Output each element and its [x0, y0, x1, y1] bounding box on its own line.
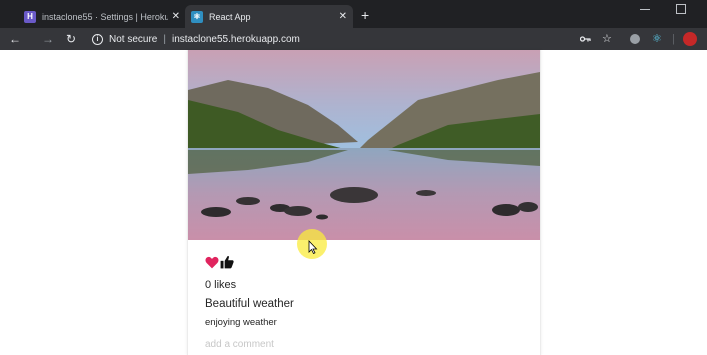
back-icon[interactable]: ← [9, 28, 21, 50]
post-caption: enjoying weather [205, 317, 277, 328]
tab-title: instaclone55 · Settings | Heroku [42, 11, 168, 22]
minimize-icon[interactable] [640, 9, 650, 10]
close-icon[interactable]: ✕ [172, 11, 180, 22]
forward-icon[interactable]: → [42, 28, 54, 50]
heart-icon[interactable] [205, 256, 219, 269]
address-separator: | [163, 33, 166, 45]
extension-icon[interactable] [630, 34, 640, 44]
profile-avatar-icon[interactable] [683, 32, 697, 46]
security-label: Not secure [109, 33, 158, 45]
reload-icon[interactable]: ↻ [66, 28, 76, 50]
tab-react-app[interactable]: ⚛ React App ✕ [185, 5, 353, 28]
likes-count: 0 likes [205, 279, 237, 291]
tab-title: React App [209, 11, 251, 22]
comment-input[interactable] [205, 337, 525, 351]
post-title: Beautiful weather [205, 298, 294, 310]
browser-toolbar: ← → ↻ i Not secure | instaclone55.heroku… [0, 28, 707, 50]
maximize-icon[interactable] [676, 4, 686, 14]
post-actions [205, 255, 234, 269]
url-text[interactable]: instaclone55.herokuapp.com [172, 34, 300, 45]
react-devtools-icon[interactable]: ⚛ [652, 28, 662, 50]
toolbar-divider: | [672, 33, 675, 45]
heroku-icon: H [24, 10, 36, 23]
thumbs-up-icon[interactable] [220, 255, 234, 269]
close-icon[interactable]: ✕ [339, 11, 347, 22]
key-icon[interactable] [579, 28, 591, 50]
post-image [188, 50, 540, 240]
new-tab-button[interactable]: + [361, 6, 369, 24]
address-bar[interactable]: i Not secure | instaclone55.herokuapp.co… [86, 30, 646, 48]
info-icon[interactable]: i [92, 33, 103, 45]
tab-heroku-settings[interactable]: H instaclone55 · Settings | Heroku ✕ [18, 5, 186, 28]
post-card: 0 likes Beautiful weather enjoying weath… [187, 50, 541, 355]
react-icon: ⚛ [191, 10, 203, 23]
mouse-cursor-icon [308, 240, 318, 254]
star-icon[interactable]: ☆ [602, 28, 612, 50]
browser-tab-strip: H instaclone55 · Settings | Heroku ✕ ⚛ R… [0, 0, 707, 28]
